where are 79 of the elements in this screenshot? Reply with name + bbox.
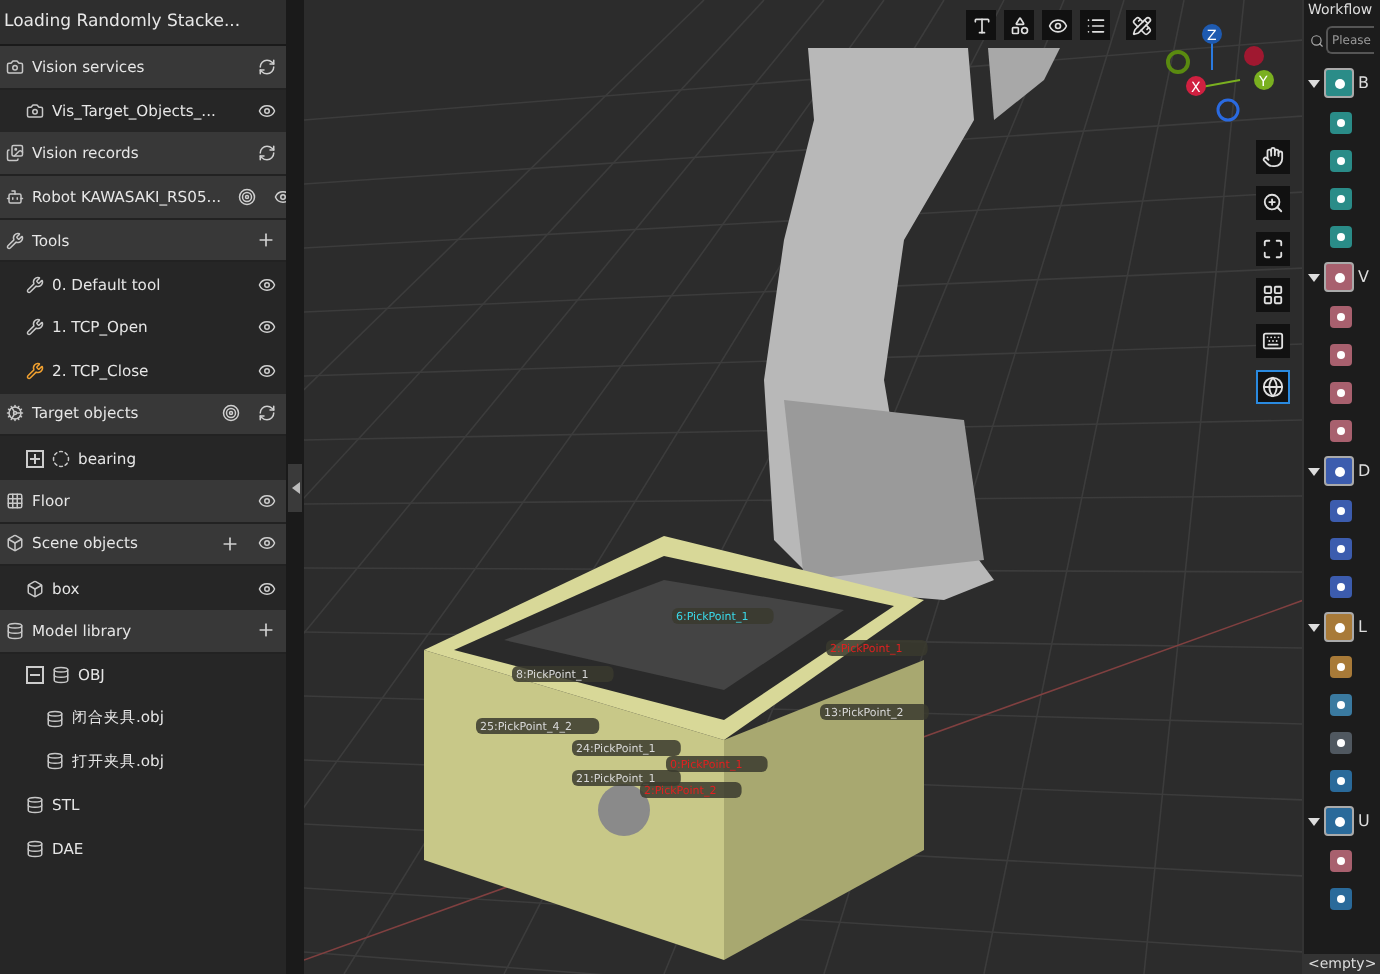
project-title: Loading Randomly Stacke... bbox=[0, 0, 286, 46]
shapes-icon bbox=[1009, 15, 1029, 35]
view-tool-button[interactable] bbox=[1256, 370, 1290, 404]
workflow-group[interactable]: L bbox=[1304, 606, 1380, 648]
collapse-handle[interactable] bbox=[288, 463, 302, 511]
hand-icon bbox=[1262, 146, 1284, 168]
ruler-pencil-icon bbox=[1131, 15, 1151, 35]
step-icon[interactable] bbox=[1330, 850, 1352, 872]
step-icon[interactable] bbox=[1330, 888, 1352, 910]
zoom-icon bbox=[1262, 192, 1284, 214]
add-icon[interactable] bbox=[256, 230, 276, 251]
view-tool-button[interactable] bbox=[1256, 278, 1290, 312]
camera-icon bbox=[26, 102, 44, 121]
text-icon bbox=[971, 15, 991, 35]
target-icon[interactable] bbox=[220, 403, 240, 424]
step-icon[interactable] bbox=[1330, 306, 1352, 328]
database-icon bbox=[26, 839, 44, 858]
database-icon bbox=[26, 796, 44, 815]
target-icon[interactable] bbox=[237, 186, 258, 207]
add-icon[interactable] bbox=[256, 620, 276, 641]
eye-icon[interactable] bbox=[256, 578, 276, 599]
view-tool-button[interactable] bbox=[1126, 10, 1156, 40]
view-tool-button[interactable] bbox=[966, 10, 996, 40]
view-tool-button[interactable] bbox=[1080, 10, 1110, 40]
camera-icon bbox=[6, 57, 24, 76]
robot-arm-icon bbox=[6, 187, 24, 206]
keyboard-icon bbox=[1262, 330, 1284, 352]
step-icon[interactable] bbox=[1330, 112, 1352, 134]
step-icon[interactable] bbox=[1330, 344, 1352, 366]
step-icon[interactable] bbox=[1330, 694, 1352, 716]
eye-icon[interactable] bbox=[256, 101, 276, 122]
expand-icon[interactable] bbox=[26, 449, 44, 468]
eye-icon[interactable] bbox=[256, 490, 276, 511]
step-icon[interactable] bbox=[1330, 188, 1352, 210]
view-tool-button[interactable] bbox=[1256, 186, 1290, 220]
step-icon[interactable] bbox=[1330, 656, 1352, 678]
cube-icon bbox=[6, 534, 24, 553]
workflow-group[interactable]: B bbox=[1304, 62, 1380, 104]
step-icon[interactable] bbox=[1330, 538, 1352, 560]
refresh-icon[interactable] bbox=[256, 403, 276, 424]
refresh-icon[interactable] bbox=[256, 56, 276, 77]
ring-icon bbox=[52, 449, 70, 468]
images-icon bbox=[6, 144, 24, 163]
workflow-group[interactable]: D bbox=[1304, 450, 1380, 492]
grid-icon bbox=[1262, 284, 1284, 306]
eye-icon[interactable] bbox=[256, 533, 276, 554]
database-icon bbox=[46, 752, 64, 771]
grid-icon bbox=[6, 491, 24, 510]
view-tool-button[interactable] bbox=[1256, 140, 1290, 174]
step-icon[interactable] bbox=[1330, 382, 1352, 404]
gear-icon bbox=[6, 404, 24, 423]
eye-icon[interactable] bbox=[256, 361, 276, 382]
step-icon[interactable] bbox=[1330, 770, 1352, 792]
add-icon[interactable] bbox=[220, 533, 240, 554]
view-tool-button[interactable] bbox=[1042, 10, 1072, 40]
view-tool-button[interactable] bbox=[1256, 232, 1290, 266]
cube-icon bbox=[26, 579, 44, 598]
eye-icon bbox=[1047, 15, 1067, 35]
step-icon[interactable] bbox=[1330, 500, 1352, 522]
database-icon bbox=[52, 665, 70, 684]
eye-icon[interactable] bbox=[256, 317, 276, 338]
collapse-icon[interactable] bbox=[26, 665, 44, 684]
workflow-group[interactable]: V bbox=[1304, 256, 1380, 298]
eye-icon[interactable] bbox=[256, 274, 276, 295]
wrench-icon bbox=[6, 231, 24, 250]
workflow-group[interactable]: U bbox=[1304, 800, 1380, 842]
fit-icon bbox=[1262, 238, 1284, 260]
view-tool-button[interactable] bbox=[1004, 10, 1034, 40]
database-icon bbox=[6, 621, 24, 640]
step-icon[interactable] bbox=[1330, 420, 1352, 442]
step-icon[interactable] bbox=[1330, 226, 1352, 248]
refresh-icon[interactable] bbox=[256, 143, 276, 164]
step-icon[interactable] bbox=[1330, 150, 1352, 172]
search-icon bbox=[1310, 33, 1324, 47]
database-icon bbox=[46, 709, 64, 728]
view-tool-button[interactable] bbox=[1256, 324, 1290, 358]
globe-icon bbox=[1262, 376, 1284, 398]
step-icon[interactable] bbox=[1330, 732, 1352, 754]
step-icon[interactable] bbox=[1330, 576, 1352, 598]
